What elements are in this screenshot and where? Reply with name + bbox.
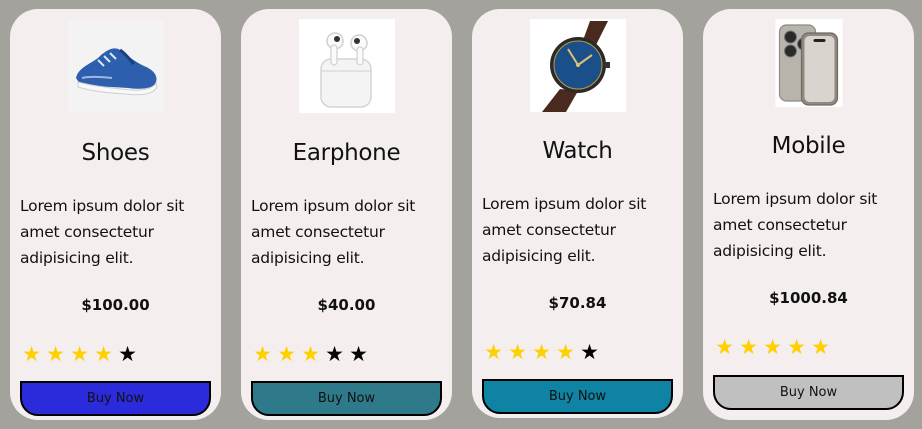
product-title: Mobile xyxy=(771,133,846,159)
buy-now-button[interactable]: Buy Now xyxy=(20,381,211,416)
rating-stars: ★ ★ ★ ★ ★ xyxy=(251,344,370,365)
star-icon: ★ xyxy=(508,340,527,364)
star-icon: ★ xyxy=(580,340,599,364)
star-icon: ★ xyxy=(556,340,575,364)
star-icon: ★ xyxy=(301,342,320,366)
product-price: $100.00 xyxy=(81,296,150,314)
star-icon: ★ xyxy=(253,342,272,366)
product-title: Watch xyxy=(542,138,613,164)
product-price: $70.84 xyxy=(548,294,607,312)
star-icon: ★ xyxy=(94,342,113,366)
star-icon: ★ xyxy=(787,335,806,359)
product-description: Lorem ipsum dolor sit amet consectetur a… xyxy=(20,197,185,267)
product-price: $40.00 xyxy=(317,296,376,314)
star-icon: ★ xyxy=(118,342,137,366)
star-icon: ★ xyxy=(739,335,758,359)
star-icon: ★ xyxy=(715,335,734,359)
product-card-watch: Watch Lorem ipsum dolor sit amet consect… xyxy=(472,9,683,418)
star-icon: ★ xyxy=(532,340,551,364)
earbuds-icon xyxy=(298,19,395,113)
star-icon: ★ xyxy=(763,335,782,359)
star-icon: ★ xyxy=(811,335,830,359)
star-icon: ★ xyxy=(46,342,65,366)
buy-now-button[interactable]: Buy Now xyxy=(482,379,673,414)
star-icon: ★ xyxy=(70,342,89,366)
product-card-earphone: Earphone Lorem ipsum dolor sit amet cons… xyxy=(241,9,452,420)
smartphone-icon xyxy=(775,19,842,107)
product-description: Lorem ipsum dolor sit amet consectetur a… xyxy=(713,190,878,260)
star-icon: ★ xyxy=(484,340,503,364)
rating-stars: ★ ★ ★ ★ ★ xyxy=(713,337,832,358)
star-icon: ★ xyxy=(277,342,296,366)
product-description: Lorem ipsum dolor sit amet consectetur a… xyxy=(251,197,416,267)
star-icon: ★ xyxy=(325,342,344,366)
product-card-mobile: Mobile Lorem ipsum dolor sit amet consec… xyxy=(703,9,914,420)
buy-now-button[interactable]: Buy Now xyxy=(713,375,904,410)
product-description: Lorem ipsum dolor sit amet consectetur a… xyxy=(482,195,647,265)
star-icon: ★ xyxy=(349,342,368,366)
product-title: Earphone xyxy=(292,140,401,166)
star-icon: ★ xyxy=(22,342,41,366)
product-title: Shoes xyxy=(81,140,150,166)
rating-stars: ★ ★ ★ ★ ★ xyxy=(482,342,601,363)
rating-stars: ★ ★ ★ ★ ★ xyxy=(20,344,139,365)
wristwatch-icon xyxy=(529,19,626,112)
buy-now-button[interactable]: Buy Now xyxy=(251,381,442,416)
product-price: $1000.84 xyxy=(769,289,848,307)
product-card-shoes: Shoes Lorem ipsum dolor sit amet consect… xyxy=(10,9,221,420)
sneaker-icon xyxy=(67,20,164,112)
